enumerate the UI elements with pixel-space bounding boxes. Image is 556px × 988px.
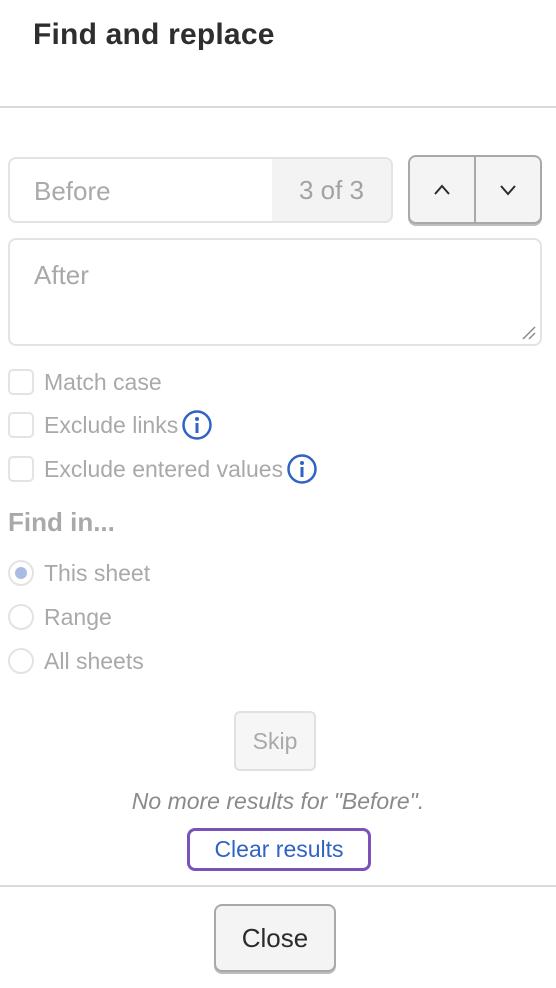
skip-button[interactable]: Skip: [234, 711, 316, 771]
find-in-range[interactable]: Range: [8, 602, 112, 632]
range-radio[interactable]: [8, 604, 34, 630]
option-match-case[interactable]: Match case: [8, 367, 162, 397]
find-in-this-sheet[interactable]: This sheet: [8, 558, 150, 588]
close-button[interactable]: Close: [214, 904, 336, 972]
clear-results-button[interactable]: Clear results: [187, 828, 371, 871]
match-count: 3 of 3: [272, 159, 391, 221]
footer-divider: [0, 885, 556, 887]
exclude-entered-values-checkbox[interactable]: [8, 456, 34, 482]
option-label: Exclude entered values: [44, 455, 284, 482]
info-icon[interactable]: [181, 409, 213, 441]
header-divider: [0, 106, 556, 108]
radio-label: All sheets: [44, 647, 144, 674]
all-sheets-radio[interactable]: [8, 648, 34, 674]
find-in-heading: Find in...: [8, 507, 115, 537]
chevron-up-icon: [434, 183, 450, 195]
option-exclude-links[interactable]: Exclude links: [8, 410, 213, 440]
status-message: No more results for "Before".: [131, 788, 425, 814]
match-case-checkbox[interactable]: [8, 369, 34, 395]
this-sheet-radio[interactable]: [8, 560, 34, 586]
chevron-down-icon: [500, 184, 516, 196]
find-in-all-sheets[interactable]: All sheets: [8, 646, 144, 676]
next-match-button[interactable]: [474, 157, 540, 222]
radio-label: This sheet: [44, 559, 151, 586]
option-exclude-entered-values[interactable]: Exclude entered values: [8, 454, 318, 484]
dialog-title: Find and replace: [33, 18, 275, 51]
find-input[interactable]: [10, 159, 298, 221]
previous-match-button[interactable]: [410, 157, 474, 222]
option-label: Exclude links: [44, 411, 179, 438]
replace-input[interactable]: [10, 240, 540, 344]
match-navigation: [408, 155, 542, 224]
find-field: 3 of 3: [8, 157, 393, 223]
option-label: Match case: [44, 368, 162, 395]
resize-handle-icon[interactable]: [522, 326, 536, 340]
exclude-links-checkbox[interactable]: [8, 412, 34, 438]
radio-label: Range: [44, 603, 112, 630]
replace-field: [8, 238, 542, 346]
info-icon[interactable]: [286, 453, 318, 485]
